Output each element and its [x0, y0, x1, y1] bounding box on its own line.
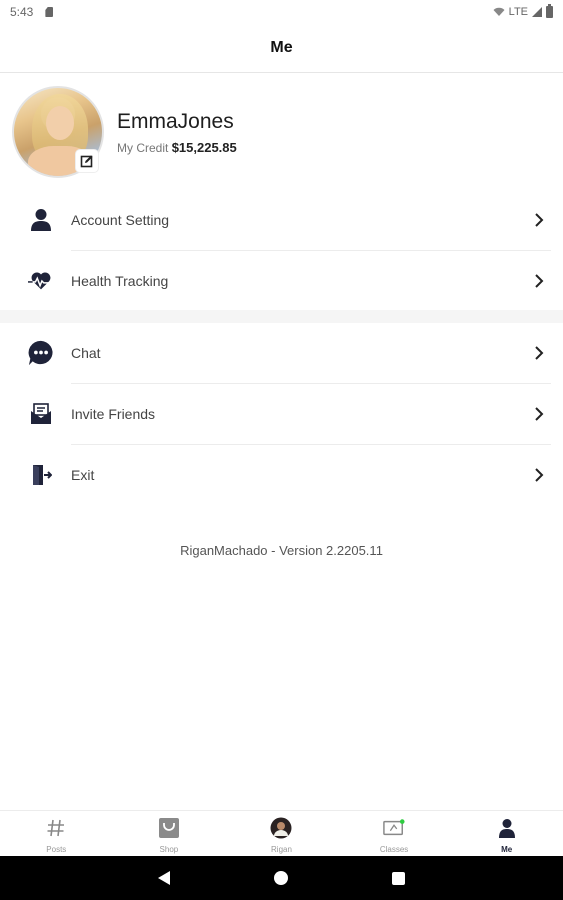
- credit-value: $15,225.85: [171, 140, 237, 155]
- menu-group-social: Chat Invite Friends Exit: [0, 323, 563, 505]
- section-separator: [0, 310, 563, 323]
- envelope-open-icon: [28, 401, 54, 427]
- edit-avatar-button[interactable]: [76, 150, 98, 172]
- credit-label: My Credit: [117, 141, 169, 155]
- profile-section: EmmaJones My Credit $15,225.85: [0, 74, 563, 190]
- back-icon[interactable]: [158, 871, 170, 885]
- nav-tab-shop[interactable]: Shop: [113, 811, 226, 856]
- menu-item-label: Health Tracking: [71, 273, 169, 289]
- menu-item-label: Invite Friends: [71, 406, 156, 422]
- nav-tab-posts[interactable]: Posts: [0, 811, 113, 856]
- nav-tab-label: Classes: [379, 845, 409, 854]
- nav-tab-label: Posts: [46, 845, 67, 854]
- menu-item-health-tracking[interactable]: Health Tracking: [0, 251, 563, 311]
- exit-door-icon: [28, 462, 54, 488]
- nav-tab-label: Rigan: [271, 845, 292, 854]
- status-right: LTE: [493, 4, 553, 18]
- bottom-nav: Posts Shop Rigan Classes Me: [0, 810, 563, 856]
- nav-tab-classes[interactable]: Classes: [338, 811, 451, 856]
- nav-tab-label: Shop: [159, 845, 179, 854]
- shopping-bag-icon: [158, 817, 180, 839]
- heart-pulse-icon: [28, 268, 54, 294]
- status-left: 5:43: [10, 5, 54, 19]
- battery-icon: [546, 4, 553, 18]
- chat-bubble-icon: [28, 340, 54, 366]
- person-icon: [28, 207, 54, 233]
- avatar-face: [46, 106, 74, 140]
- home-icon[interactable]: [274, 871, 288, 885]
- nav-tab-me[interactable]: Me: [450, 811, 563, 856]
- hashtag-icon: [45, 817, 67, 839]
- classes-screen-icon: [383, 817, 405, 839]
- chevron-right-icon: [535, 407, 544, 421]
- chevron-right-icon: [535, 213, 544, 227]
- menu-item-invite-friends[interactable]: Invite Friends: [0, 384, 563, 444]
- profile-username: EmmaJones: [117, 110, 234, 133]
- status-time: 5:43: [10, 5, 34, 19]
- app-version-text: RiganMachado - Version 2.2205.11: [180, 543, 383, 558]
- menu-item-label: Chat: [71, 345, 101, 361]
- status-bar: 5:43 LTE: [0, 0, 563, 24]
- nav-tab-label: Me: [501, 845, 513, 854]
- wifi-icon: [493, 7, 505, 16]
- edit-icon: [80, 155, 93, 168]
- rigan-avatar-icon: [270, 817, 292, 839]
- menu-item-chat[interactable]: Chat: [0, 323, 563, 383]
- signal-icon: [532, 7, 542, 17]
- menu-item-label: Account Setting: [71, 212, 170, 228]
- page-title: Me: [270, 39, 293, 56]
- menu-item-exit[interactable]: Exit: [0, 445, 563, 505]
- credit-line: My Credit $15,225.85: [117, 140, 237, 155]
- nav-tab-rigan[interactable]: Rigan: [225, 811, 338, 856]
- sd-card-icon: [45, 7, 54, 17]
- recent-apps-icon[interactable]: [392, 871, 405, 885]
- menu-group-account: Account Setting Health Tracking: [0, 190, 563, 311]
- chevron-right-icon: [535, 274, 544, 288]
- app-header: Me: [0, 24, 563, 73]
- system-nav-bar: [0, 856, 563, 900]
- chevron-right-icon: [535, 468, 544, 482]
- chevron-right-icon: [535, 346, 544, 360]
- network-type: LTE: [508, 6, 528, 18]
- person-icon: [496, 817, 518, 839]
- menu-item-label: Exit: [71, 467, 95, 483]
- menu-item-account-setting[interactable]: Account Setting: [0, 190, 563, 250]
